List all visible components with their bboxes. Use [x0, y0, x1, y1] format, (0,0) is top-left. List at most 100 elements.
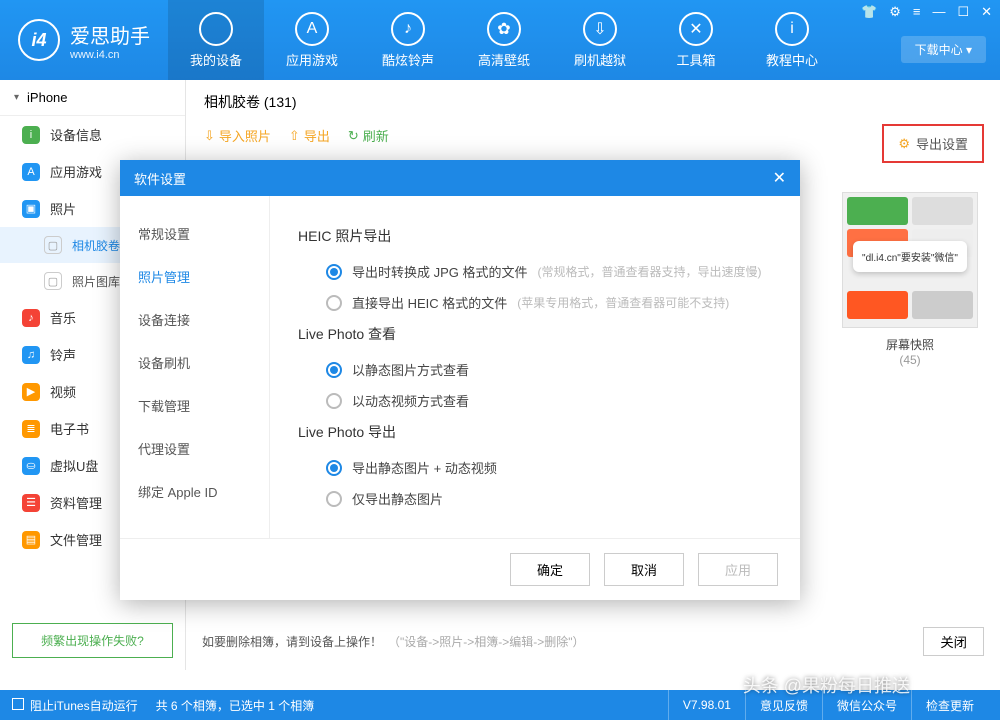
album-name: 屏幕快照	[842, 336, 978, 353]
refresh-button[interactable]: ↻刷新	[348, 126, 389, 145]
tools-icon: ✕	[679, 12, 713, 46]
dialog-content: HEIC 照片导出 导出时转换成 JPG 格式的文件 (常规格式，普通查看器支持，…	[270, 196, 800, 538]
sidebar-item-label: 文件管理	[50, 530, 102, 549]
info-icon: i	[775, 12, 809, 46]
option-label: 以动态视频方式查看	[352, 391, 469, 410]
sidebar-item-label: 虚拟U盘	[50, 456, 98, 475]
minimize-icon[interactable]: —	[932, 4, 945, 20]
refresh-icon: ↻	[348, 128, 359, 144]
import-button[interactable]: ⇩导入照片	[204, 126, 271, 145]
flower-icon: ✿	[487, 12, 521, 46]
delete-tip: 如要删除相簿，请到设备上操作！ （"设备->照片->相簿->编辑->删除"） 关…	[202, 627, 984, 656]
export-settings-button[interactable]: ⚙ 导出设置	[882, 124, 984, 163]
radio-option[interactable]: 直接导出 HEIC 格式的文件 (苹果专用格式，普通查看器可能不支持)	[298, 287, 772, 318]
radio-icon	[326, 264, 342, 280]
option-label: 仅导出静态图片	[352, 489, 443, 508]
liveexport-section-title: Live Photo 导出	[298, 422, 772, 442]
nav-apps[interactable]: A应用游戏	[264, 0, 360, 80]
cancel-button[interactable]: 取消	[604, 553, 684, 586]
option-hint: (常规格式，普通查看器支持，导出速度慢)	[538, 263, 762, 280]
sidebar-icon: ☰	[22, 494, 40, 512]
dialog-footer: 确定 取消 应用	[120, 538, 800, 600]
shirt-icon[interactable]: 👕	[861, 4, 877, 20]
radio-icon	[326, 295, 342, 311]
block-itunes-checkbox[interactable]: 阻止iTunes自动运行	[12, 697, 138, 714]
album-count: (45)	[842, 353, 978, 367]
ok-button[interactable]: 确定	[510, 553, 590, 586]
nav-wallpapers[interactable]: ✿高清壁纸	[456, 0, 552, 80]
nav-flash[interactable]: ⇩刷机越狱	[552, 0, 648, 80]
radio-option[interactable]: 以静态图片方式查看	[298, 354, 772, 385]
update-button[interactable]: 检查更新	[911, 690, 988, 720]
app-site: www.i4.cn	[70, 49, 150, 61]
folder-icon: ▢	[44, 272, 62, 290]
wechat-button[interactable]: 微信公众号	[822, 690, 911, 720]
settings-tab[interactable]: 代理设置	[120, 427, 269, 470]
folder-icon: ▢	[44, 236, 62, 254]
bell-icon: ♪	[391, 12, 425, 46]
feedback-button[interactable]: 意见反馈	[745, 690, 822, 720]
nav-tutorials[interactable]: i教程中心	[744, 0, 840, 80]
export-button[interactable]: ⇧导出	[289, 126, 330, 145]
radio-option[interactable]: 仅导出静态图片	[298, 483, 772, 514]
toolbar: ⇩导入照片 ⇧导出 ↻刷新	[186, 118, 1000, 153]
album-item[interactable]: "dl.i4.cn"要安装"微信" 屏幕快照 (45)	[842, 192, 978, 367]
download-center-button[interactable]: 下载中心 ▾	[901, 36, 986, 63]
import-icon: ⇩	[204, 128, 215, 144]
gear-icon: ⚙	[898, 136, 910, 152]
radio-option[interactable]: 导出时转换成 JPG 格式的文件 (常规格式，普通查看器支持，导出速度慢)	[298, 256, 772, 287]
sidebar-icon: A	[22, 163, 40, 181]
status-bar: 阻止iTunes自动运行 共 6 个相簿，已选中 1 个相簿 V7.98.01 …	[0, 690, 1000, 720]
sidebar-icon: ▤	[22, 531, 40, 549]
app-icon: A	[295, 12, 329, 46]
status-summary: 共 6 个相簿，已选中 1 个相簿	[156, 697, 315, 714]
settings-tab[interactable]: 绑定 Apple ID	[120, 470, 269, 513]
dialog-close-icon[interactable]: ✕	[773, 168, 786, 188]
app-logo: i4 爱思助手 www.i4.cn	[0, 19, 168, 61]
nav-ringtones[interactable]: ♪酷炫铃声	[360, 0, 456, 80]
gear-icon[interactable]: ⚙	[889, 4, 901, 20]
radio-option[interactable]: 以动态视频方式查看	[298, 385, 772, 416]
radio-icon	[326, 460, 342, 476]
option-hint: (苹果专用格式，普通查看器可能不支持)	[517, 294, 729, 311]
window-controls: 👕 ⚙ ≡ — ☐ ✕	[861, 4, 992, 20]
sidebar-item-label: 视频	[50, 382, 76, 401]
app-name: 爱思助手	[70, 20, 150, 49]
settings-tab[interactable]: 设备刷机	[120, 341, 269, 384]
sidebar-icon: i	[22, 126, 40, 144]
dialog-title: 软件设置 ✕	[120, 160, 800, 196]
radio-option[interactable]: 导出静态图片 + 动态视频	[298, 452, 772, 483]
sidebar-item-label: 相机胶卷	[72, 237, 120, 254]
sidebar-item-label: 资料管理	[50, 493, 102, 512]
menu-icon[interactable]: ≡	[913, 4, 921, 20]
version-label: V7.98.01	[668, 690, 745, 720]
help-link[interactable]: 频繁出现操作失败?	[12, 623, 173, 658]
option-label: 导出静态图片 + 动态视频	[352, 458, 497, 477]
logo-icon: i4	[18, 19, 60, 61]
settings-tab[interactable]: 设备连接	[120, 298, 269, 341]
apply-button[interactable]: 应用	[698, 553, 778, 586]
option-label: 直接导出 HEIC 格式的文件	[352, 293, 507, 312]
device-selector[interactable]: iPhone	[0, 80, 185, 116]
settings-tab[interactable]: 下载管理	[120, 384, 269, 427]
liveview-section-title: Live Photo 查看	[298, 324, 772, 344]
maximize-icon[interactable]: ☐	[957, 4, 969, 20]
heic-section-title: HEIC 照片导出	[298, 226, 772, 246]
settings-tab[interactable]: 常规设置	[120, 212, 269, 255]
close-button[interactable]: 关闭	[923, 627, 984, 656]
install-prompt: "dl.i4.cn"要安装"微信"	[853, 241, 967, 272]
nav-my-device[interactable]: 我的设备	[168, 0, 264, 80]
settings-tab[interactable]: 照片管理	[120, 255, 269, 298]
option-label: 导出时转换成 JPG 格式的文件	[352, 262, 528, 281]
option-label: 以静态图片方式查看	[352, 360, 469, 379]
sidebar-item-label: 照片图库	[72, 273, 120, 290]
page-title: 相机胶卷 (131)	[186, 80, 1000, 118]
sidebar-item-label: 铃声	[50, 345, 76, 364]
sidebar-icon: ▣	[22, 200, 40, 218]
close-icon[interactable]: ✕	[981, 4, 992, 20]
radio-icon	[326, 393, 342, 409]
sidebar-icon: ≣	[22, 420, 40, 438]
nav-tools[interactable]: ✕工具箱	[648, 0, 744, 80]
sidebar-item[interactable]: i设备信息	[0, 116, 185, 153]
radio-icon	[326, 491, 342, 507]
